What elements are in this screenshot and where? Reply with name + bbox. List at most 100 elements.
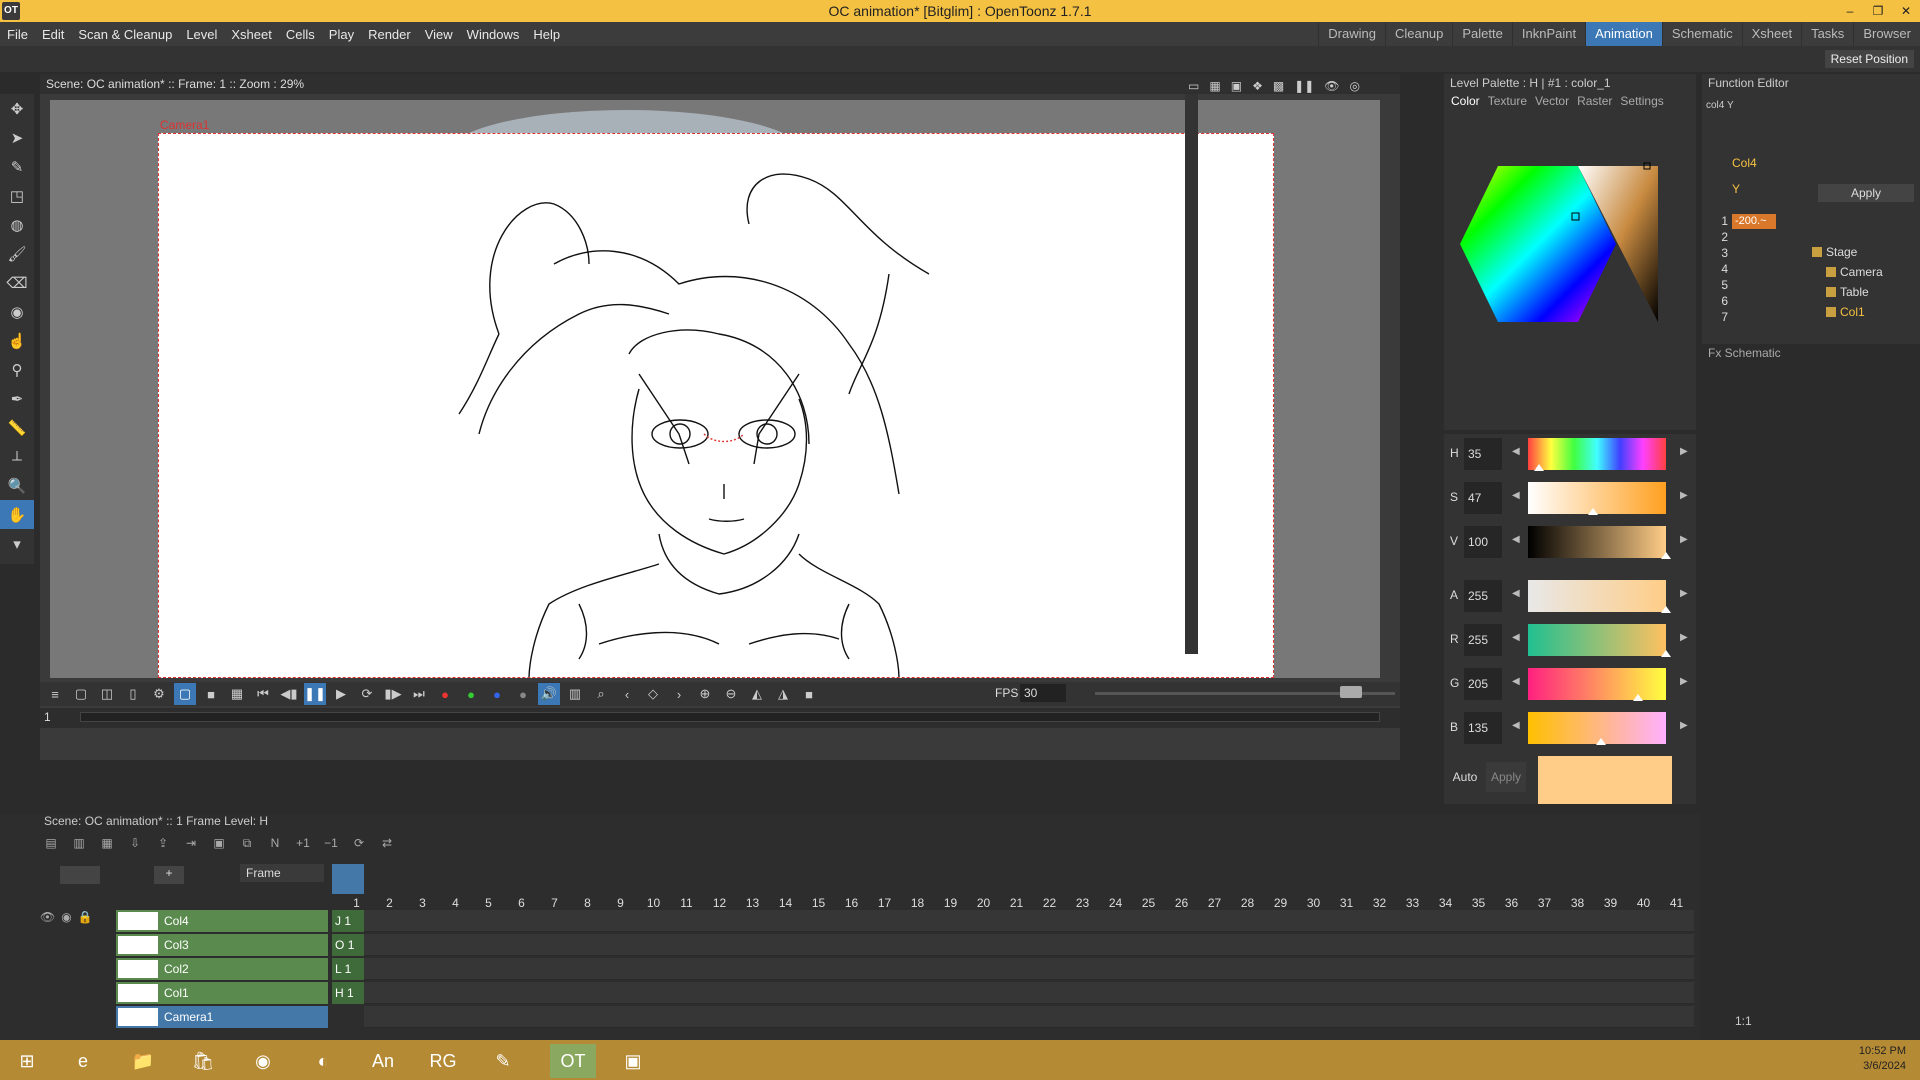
menu-scan-cleanup[interactable]: Scan & Cleanup <box>71 27 179 42</box>
blue-channel-icon[interactable]: ● <box>486 683 508 705</box>
skeleton-tool-icon[interactable]: ⟂ <box>0 442 34 471</box>
fps-field[interactable]: 30 <box>1020 684 1066 702</box>
slider-increment-icon[interactable]: ▶ <box>1680 446 1688 457</box>
prev-key-icon[interactable]: ‹ <box>616 683 638 705</box>
tree-item-table[interactable]: Table <box>1812 282 1920 302</box>
camera-settings-icon[interactable]: ⚙ <box>148 683 170 705</box>
rgb-picker-tool-icon[interactable]: ✒ <box>0 384 34 413</box>
save-level-icon[interactable]: ⇪ <box>152 836 174 850</box>
menu-help[interactable]: Help <box>526 27 567 42</box>
field-guide-icon[interactable]: ▦ <box>1209 76 1220 96</box>
hexagon-color-wheel[interactable] <box>1448 154 1688 344</box>
compare-icon[interactable]: ▯ <box>122 683 144 705</box>
reset-position-button[interactable]: Reset Position <box>1824 50 1914 68</box>
new-vector-level-icon[interactable]: ▤ <box>40 836 62 850</box>
frame-mode-dropdown[interactable]: Frame <box>240 864 324 882</box>
slider-value-field[interactable]: 100 <box>1464 526 1502 558</box>
menu-cells[interactable]: Cells <box>279 27 322 42</box>
safe-area-icon[interactable]: ▭ <box>1188 76 1199 96</box>
tree-item-stage[interactable]: Stage <box>1812 242 1920 262</box>
viewer-vertical-scrollbar[interactable] <box>1185 94 1198 654</box>
3d-view-icon[interactable]: ❖ <box>1252 76 1263 96</box>
increase-step-icon[interactable]: +1 <box>292 836 314 850</box>
checker-bg-icon[interactable]: ▦ <box>226 683 248 705</box>
slider-handle[interactable] <box>1534 464 1545 471</box>
menu-play[interactable]: Play <box>322 27 361 42</box>
flip-vertical-icon[interactable]: ◮ <box>772 683 794 705</box>
timeline-row[interactable] <box>364 1006 1694 1028</box>
slider-value-field[interactable]: 255 <box>1464 580 1502 612</box>
style-picker-tool-icon[interactable]: ⚲ <box>0 355 34 384</box>
frame-scrub-bar[interactable] <box>80 712 1380 722</box>
function-apply-button[interactable]: Apply <box>1818 184 1914 202</box>
geometric-tool-icon[interactable]: ◳ <box>0 181 34 210</box>
edge-icon[interactable]: ◐ <box>300 1044 346 1078</box>
slider-value-field[interactable]: 255 <box>1464 624 1502 656</box>
close-icon[interactable]: ✕ <box>1892 0 1920 22</box>
play-icon[interactable]: ▶ <box>330 683 352 705</box>
slider-increment-icon[interactable]: ▶ <box>1680 490 1688 501</box>
slider-decrement-icon[interactable]: ◀ <box>1512 588 1520 599</box>
slider-value-field[interactable]: 35 <box>1464 438 1502 470</box>
next-key-icon[interactable]: › <box>668 683 690 705</box>
slider-value-field[interactable]: 135 <box>1464 712 1502 744</box>
first-frame-icon[interactable]: ⏮ <box>252 683 274 705</box>
timeline-cell[interactable]: L 1 <box>332 958 364 980</box>
timeline-cell[interactable]: H 1 <box>332 982 364 1004</box>
black-bg-icon[interactable]: ■ <box>200 683 222 705</box>
layer-header[interactable]: Col1 <box>116 982 328 1004</box>
timeline-row[interactable] <box>364 910 1694 932</box>
slider-handle[interactable] <box>1661 606 1671 613</box>
fill-tool-icon[interactable]: ◍ <box>0 210 34 239</box>
preview-icon[interactable]: 👁 <box>1324 76 1339 96</box>
menu-xsheet[interactable]: Xsheet <box>224 27 278 42</box>
game-icon[interactable]: RG <box>420 1044 466 1078</box>
slider-gradient[interactable] <box>1528 438 1666 470</box>
finger-tool-icon[interactable]: ☝ <box>0 326 34 355</box>
key-icon[interactable]: ◇ <box>642 683 664 705</box>
histogram-icon[interactable]: ▥ <box>564 683 586 705</box>
tree-item-camera[interactable]: Camera <box>1812 262 1920 282</box>
slider-gradient[interactable] <box>1528 624 1666 656</box>
chrome-icon[interactable]: ◉ <box>240 1044 286 1078</box>
opentoonz-task-icon[interactable]: OT <box>550 1044 596 1078</box>
hand-tool-icon[interactable]: ✋ <box>0 500 34 529</box>
slider-decrement-icon[interactable]: ◀ <box>1512 720 1520 731</box>
slider-increment-icon[interactable]: ▶ <box>1680 588 1688 599</box>
freeze-icon[interactable]: ❚❚ <box>1294 76 1314 96</box>
slider-value-field[interactable]: 205 <box>1464 668 1502 700</box>
slider-handle[interactable] <box>1596 738 1607 745</box>
photos-icon[interactable]: ▣ <box>610 1044 656 1078</box>
flip-horizontal-icon[interactable]: ◭ <box>746 683 768 705</box>
system-clock[interactable]: 10:52 PM 3/6/2024 <box>1859 1044 1906 1074</box>
decrease-step-icon[interactable]: −1 <box>320 836 342 850</box>
load-level-icon[interactable]: ⇩ <box>124 836 146 850</box>
slider-increment-icon[interactable]: ▶ <box>1680 676 1688 687</box>
slider-handle[interactable] <box>1633 694 1644 701</box>
layer-header[interactable]: Col4 <box>116 910 328 932</box>
room-xsheet[interactable]: Xsheet <box>1741 22 1801 46</box>
sound-icon[interactable]: 🔊 <box>538 683 560 705</box>
ruler-tool-icon[interactable]: 📏 <box>0 413 34 442</box>
timeline-row[interactable] <box>364 958 1694 980</box>
maximize-icon[interactable]: ❐ <box>1864 0 1892 22</box>
sub-camera-preview-icon[interactable]: ◎ <box>1350 76 1360 96</box>
file-explorer-icon[interactable]: 📁 <box>120 1044 166 1078</box>
room-tasks[interactable]: Tasks <box>1801 22 1853 46</box>
timeline-row[interactable] <box>364 982 1694 1004</box>
timeline-cell[interactable]: O 1 <box>332 934 364 956</box>
current-frame-field[interactable]: 1 <box>44 710 51 724</box>
red-channel-icon[interactable]: ● <box>434 683 456 705</box>
prev-frame-icon[interactable]: ◀▮ <box>278 683 300 705</box>
timeline-toggle-icon[interactable] <box>60 866 100 884</box>
internet-explorer-icon[interactable]: e <box>60 1044 106 1078</box>
new-toonz-raster-level-icon[interactable]: ▥ <box>68 836 90 850</box>
zoom-tool-icon[interactable]: 🔍 <box>0 471 34 500</box>
slider-decrement-icon[interactable]: ◀ <box>1512 534 1520 545</box>
save-icon[interactable]: ▢ <box>70 683 92 705</box>
room-browser[interactable]: Browser <box>1853 22 1920 46</box>
slider-handle[interactable] <box>1587 508 1598 515</box>
paint-brush-tool-icon[interactable]: 🖌 <box>0 239 34 268</box>
stop-icon[interactable]: ■ <box>798 683 820 705</box>
room-cleanup[interactable]: Cleanup <box>1384 22 1452 46</box>
